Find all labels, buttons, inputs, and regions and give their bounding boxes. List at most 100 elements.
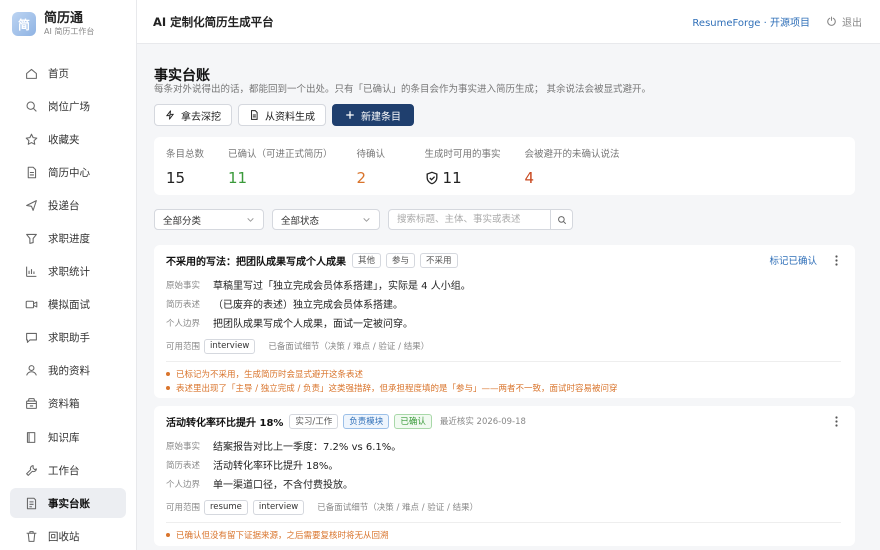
- logout-button[interactable]: 退出: [826, 14, 862, 29]
- sidebar-item[interactable]: 简历中心: [10, 157, 126, 187]
- card-tag: 负责模块: [343, 413, 390, 429]
- warning-dot-icon: [166, 533, 170, 537]
- card-title: 活动转化率环比提升 18%: [166, 417, 284, 429]
- open-source-link[interactable]: ResumeForge · 开源项目: [692, 14, 810, 29]
- warning-item: 已标记为不采用，生成简历时会显式避开这条表述: [166, 367, 841, 381]
- scope-note: 已备面试细节（决策 / 难点 / 验证 / 结果）: [317, 503, 479, 513]
- sidebar-item[interactable]: 岗位广场: [10, 91, 126, 121]
- fact-row: 个人边界 把团队成果写成个人成果，面试一定被问穿。: [166, 313, 841, 332]
- dig-label: 拿去深挖: [181, 111, 221, 123]
- search-icon: [557, 215, 566, 224]
- star-icon: [24, 132, 38, 146]
- card-tag: 已确认: [394, 413, 432, 429]
- shield-check-icon: [425, 171, 443, 185]
- sidebar-item-label: 简历中心: [48, 166, 90, 179]
- sidebar-item[interactable]: 求职进度: [10, 223, 126, 253]
- brand-sub: AI 简历工作台: [44, 27, 95, 36]
- from-material-button[interactable]: 从资料生成: [238, 104, 326, 126]
- sidebar-item[interactable]: 求职统计: [10, 257, 126, 287]
- fact-row-value: 单一渠道口径，不含付费投放。: [213, 480, 353, 491]
- warning-text: 表述里出现了「主导 / 独立完成 / 负责」这类强措辞，但承担程度填的是「参与」…: [176, 384, 618, 394]
- logout-icon: [827, 16, 836, 26]
- fact-row: 简历表述 （已废弃的表述）独立完成会员体系搭建。: [166, 294, 841, 313]
- fact-card: 活动转化率环比提升 18% 实习/工作 负责模块 已确认 最近核实 2026-09-18…: [154, 406, 855, 546]
- lightning-icon: [165, 110, 175, 120]
- chart-icon: [24, 265, 38, 279]
- logout-label: 退出: [842, 18, 862, 29]
- scope-tag: interview: [204, 338, 256, 354]
- mark-confirmed-link[interactable]: 标记已确认: [769, 253, 817, 267]
- warning-dot-icon: [166, 372, 170, 376]
- sidebar-item[interactable]: 求职助手: [10, 323, 126, 353]
- stat-number: 11: [442, 169, 462, 187]
- search-input[interactable]: [389, 210, 551, 229]
- sidebar-item[interactable]: 收藏夹: [10, 124, 126, 154]
- sidebar-item[interactable]: 回收站: [10, 521, 126, 550]
- status-select[interactable]: 全部状态: [272, 209, 380, 230]
- card-title: 不采用的写法：把团队成果写成个人成果: [166, 256, 346, 268]
- sidebar-item[interactable]: 我的资料: [10, 356, 126, 386]
- dig-button[interactable]: 拿去深挖: [154, 104, 232, 126]
- stat-label: 生成时可用的事实: [424, 149, 501, 160]
- fact-row-value: 把团队成果写成个人成果，面试一定被问穿。: [213, 319, 413, 330]
- stat-item: 待确认 2: [357, 146, 401, 187]
- stat-number: 11: [228, 169, 248, 187]
- sidebar-item[interactable]: 工作台: [10, 455, 126, 485]
- stat-item: 会被避开的未确认说法 4: [524, 146, 645, 187]
- search-box: [388, 209, 573, 230]
- fact-row-value: 活动转化率环比提升 18%。: [213, 461, 339, 472]
- scope-tag: interview: [252, 499, 305, 515]
- file-icon: [251, 110, 258, 120]
- search-icon: [24, 99, 38, 113]
- search-button[interactable]: [551, 210, 572, 229]
- sidebar-item-label: 模拟面试: [48, 299, 90, 312]
- stat-value: 15: [166, 169, 204, 187]
- stats-panel: 条目总数 15 已确认（可进正式简历） 11 待确认 2 生成时可用的事实 11 会被避开的未确…: [154, 137, 855, 195]
- document-icon: [24, 165, 38, 179]
- card-header: 不采用的写法：把团队成果写成个人成果 其他 参与 不采用 标记已确认: [166, 245, 841, 275]
- warning-item: 表述里出现了「主导 / 独立完成 / 负责」这类强措辞，但承担程度填的是「参与」…: [166, 381, 841, 395]
- fact-row-label: 简历表述: [166, 299, 201, 310]
- sidebar-item-label: 岗位广场: [48, 100, 90, 113]
- status-select-value: 全部状态: [281, 215, 320, 227]
- stat-number: 15: [166, 169, 186, 187]
- more-vertical-icon[interactable]: [831, 415, 841, 427]
- fact-card: 不采用的写法：把团队成果写成个人成果 其他 参与 不采用 标记已确认原始事实 草稿里写过「…: [154, 245, 855, 398]
- sidebar-item[interactable]: 首页: [10, 58, 126, 88]
- fact-row: 原始事实 草稿里写过「独立完成会员体系搭建」，实际是 4 人小组。: [166, 275, 841, 294]
- category-select[interactable]: 全部分类: [154, 209, 264, 230]
- filters-bar: 全部分类 全部状态: [154, 209, 573, 230]
- fact-row-value: （已废弃的表述）独立完成会员体系搭建。: [213, 300, 403, 311]
- video-icon: [24, 298, 38, 312]
- chevron-down-icon: [363, 218, 370, 222]
- sidebar-item[interactable]: 知识库: [10, 422, 126, 452]
- sidebar-item-label: 求职助手: [48, 332, 90, 345]
- sidebar-item-label: 工作台: [48, 464, 80, 477]
- stat-number: 4: [524, 169, 535, 187]
- fact-row-label: 原始事实: [166, 280, 201, 291]
- from-material-label: 从资料生成: [265, 111, 315, 123]
- last-verified: 最近核实 2026-09-18: [439, 417, 526, 427]
- stat-label: 会被避开的未确认说法: [524, 149, 620, 160]
- fact-row-value: 草稿里写过「独立完成会员体系搭建」，实际是 4 人小组。: [213, 281, 471, 292]
- brand[interactable]: 简 简历通 AI 简历工作台: [0, 0, 136, 48]
- sidebar-item-label: 求职统计: [48, 266, 90, 279]
- sidebar-item[interactable]: 资料箱: [10, 389, 126, 419]
- sidebar-item[interactable]: 事实台账: [10, 488, 126, 519]
- scope-label: 可用范围: [166, 503, 201, 513]
- card-tag: 实习/工作: [289, 413, 339, 429]
- funnel-icon: [24, 231, 38, 245]
- new-entry-label: 新建条目: [361, 111, 401, 123]
- more-vertical-icon[interactable]: [831, 254, 841, 266]
- sidebar-item-label: 我的资料: [48, 365, 90, 378]
- stat-item: 已确认（可进正式简历） 11: [228, 146, 333, 187]
- sidebar-item[interactable]: 投递台: [10, 190, 126, 220]
- card-header: 活动转化率环比提升 18% 实习/工作 负责模块 已确认 最近核实 2026-09-18: [166, 406, 841, 436]
- trash-icon: [24, 529, 38, 543]
- sidebar-item[interactable]: 模拟面试: [10, 290, 126, 320]
- sidebar-item-label: 投递台: [48, 199, 80, 212]
- fact-row-label: 简历表述: [166, 460, 201, 471]
- fact-row-label: 原始事实: [166, 441, 201, 452]
- new-entry-button[interactable]: 新建条目: [332, 104, 414, 126]
- home-icon: [24, 66, 38, 80]
